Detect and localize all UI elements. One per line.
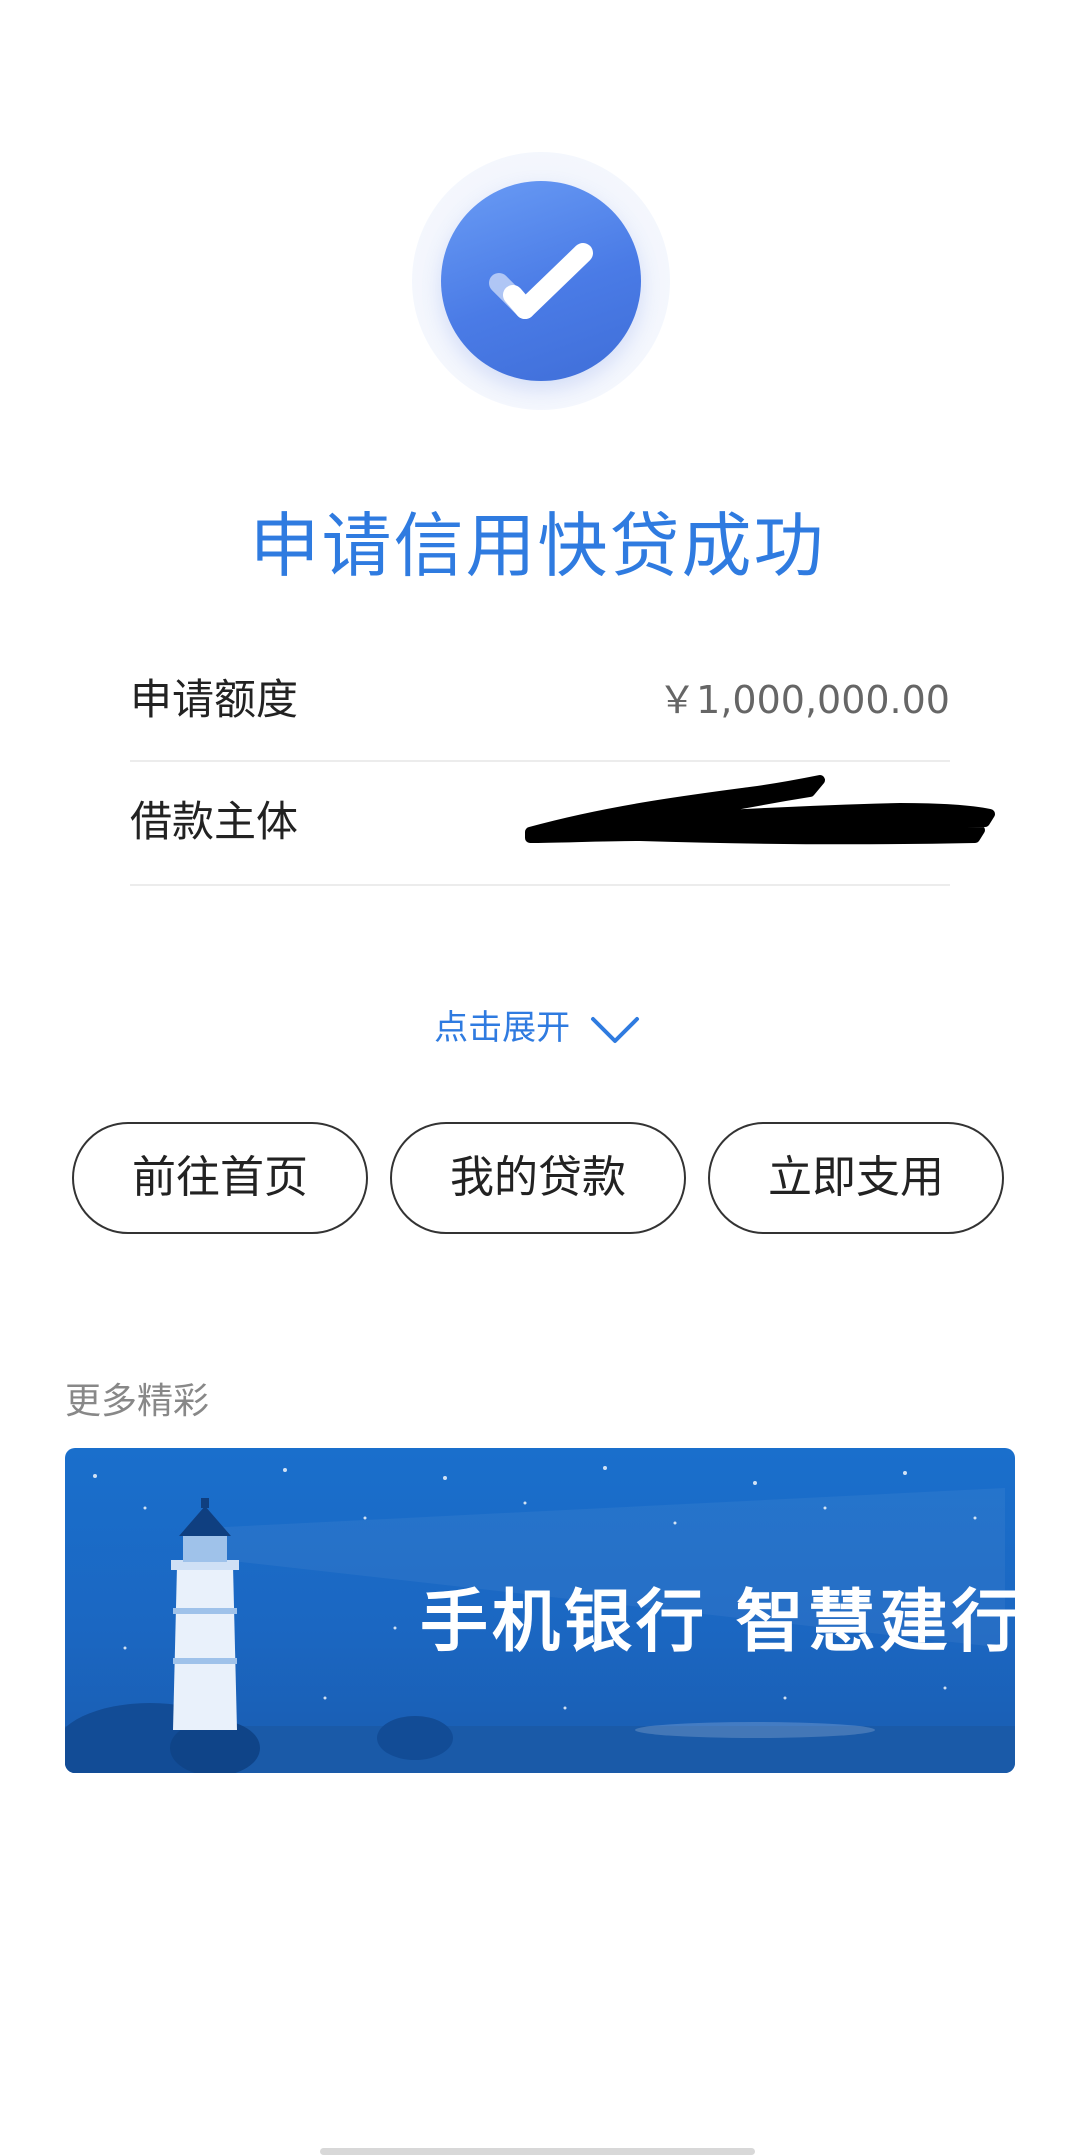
check-circle-icon xyxy=(441,181,641,381)
page-title: 申请信用快贷成功 xyxy=(249,505,826,587)
more-section-title: 更多精彩 xyxy=(65,1381,210,1422)
expand-label: 点击展开 xyxy=(434,1008,571,1048)
redaction-scribble xyxy=(525,775,995,845)
detail-row-amount: 申请额度 ￥1,000,000.00 xyxy=(130,640,950,760)
expand-toggle[interactable]: 点击展开 xyxy=(0,1000,1075,1049)
amount-value: ￥1,000,000.00 xyxy=(658,678,950,722)
chevron-down-icon xyxy=(590,1016,639,1043)
promo-banner[interactable]: 手机银行 智慧建行 xyxy=(65,1448,1015,1773)
use-now-button[interactable]: 立即支用 xyxy=(708,1122,1004,1234)
amount-label: 申请额度 xyxy=(130,675,299,724)
banner-slogan: 手机银行 智慧建行 xyxy=(420,1583,1015,1662)
my-loans-button[interactable]: 我的贷款 xyxy=(390,1122,686,1234)
divider xyxy=(130,884,950,886)
success-icon-halo xyxy=(412,152,670,410)
go-home-button[interactable]: 前往首页 xyxy=(72,1122,368,1234)
home-indicator xyxy=(320,2148,755,2155)
borrower-label: 借款主体 xyxy=(130,797,299,846)
